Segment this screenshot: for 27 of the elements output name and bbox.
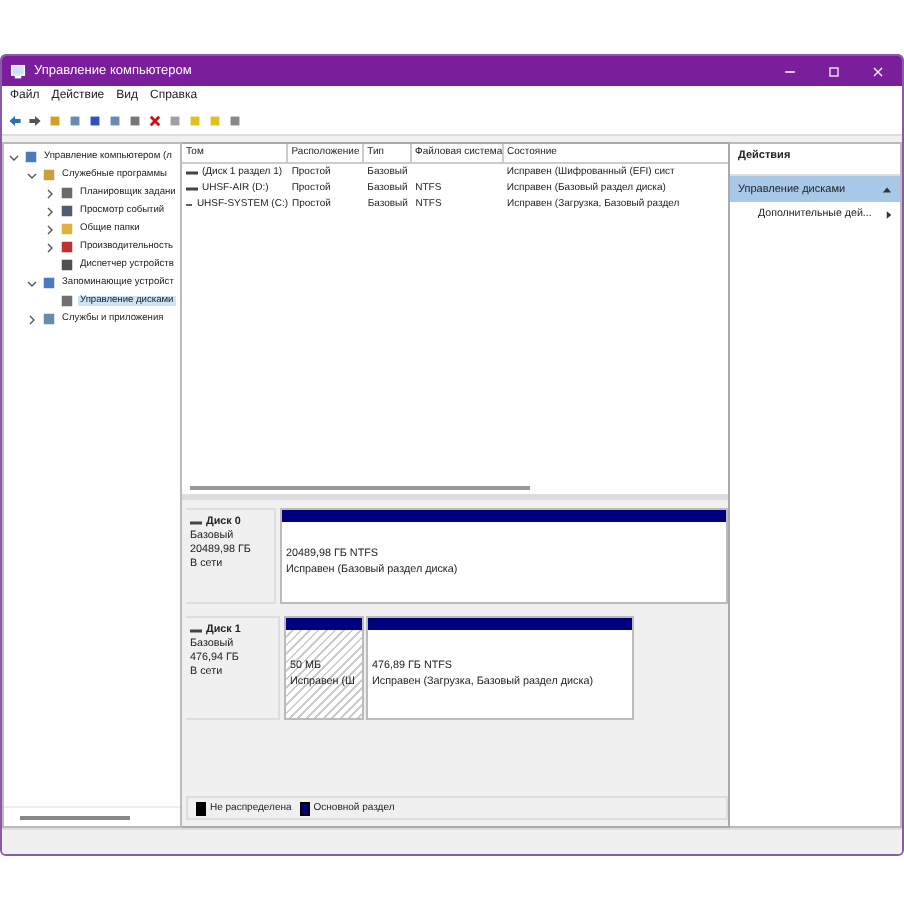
- scrollbar-thumb[interactable]: [20, 815, 130, 819]
- tree-node-icon: [60, 222, 74, 236]
- chevron-right-icon[interactable]: [44, 187, 56, 199]
- tree-node-icon: [42, 312, 56, 326]
- tree-node-icon: [60, 186, 74, 200]
- tree-node-icon: [24, 150, 38, 164]
- caret-up-icon[interactable]: [882, 185, 892, 193]
- tree-node-icon: [60, 294, 74, 308]
- chevron-down-icon[interactable]: [8, 151, 20, 163]
- volume-icon: [186, 201, 193, 207]
- chevron-down-icon[interactable]: [26, 277, 38, 289]
- close-icon[interactable]: [870, 63, 886, 79]
- chevron-right-icon[interactable]: [44, 241, 56, 253]
- maximize-icon[interactable]: [826, 63, 842, 79]
- tree-node-icon: [42, 168, 56, 182]
- scrollbar-thumb[interactable]: [190, 486, 530, 490]
- chevron-right-icon[interactable]: [26, 313, 38, 325]
- tree-node-icon: [42, 276, 56, 290]
- tree-node-icon: [60, 204, 74, 218]
- tree-node-icon: [60, 240, 74, 254]
- caret-right-icon: [886, 209, 892, 219]
- chevron-right-icon[interactable]: [44, 205, 56, 217]
- tree-node-icon: [60, 258, 74, 272]
- chevron-right-icon[interactable]: [44, 223, 56, 235]
- delete-icon[interactable]: [148, 113, 162, 127]
- app-icon: [10, 63, 26, 79]
- chevron-down-icon[interactable]: [26, 169, 38, 181]
